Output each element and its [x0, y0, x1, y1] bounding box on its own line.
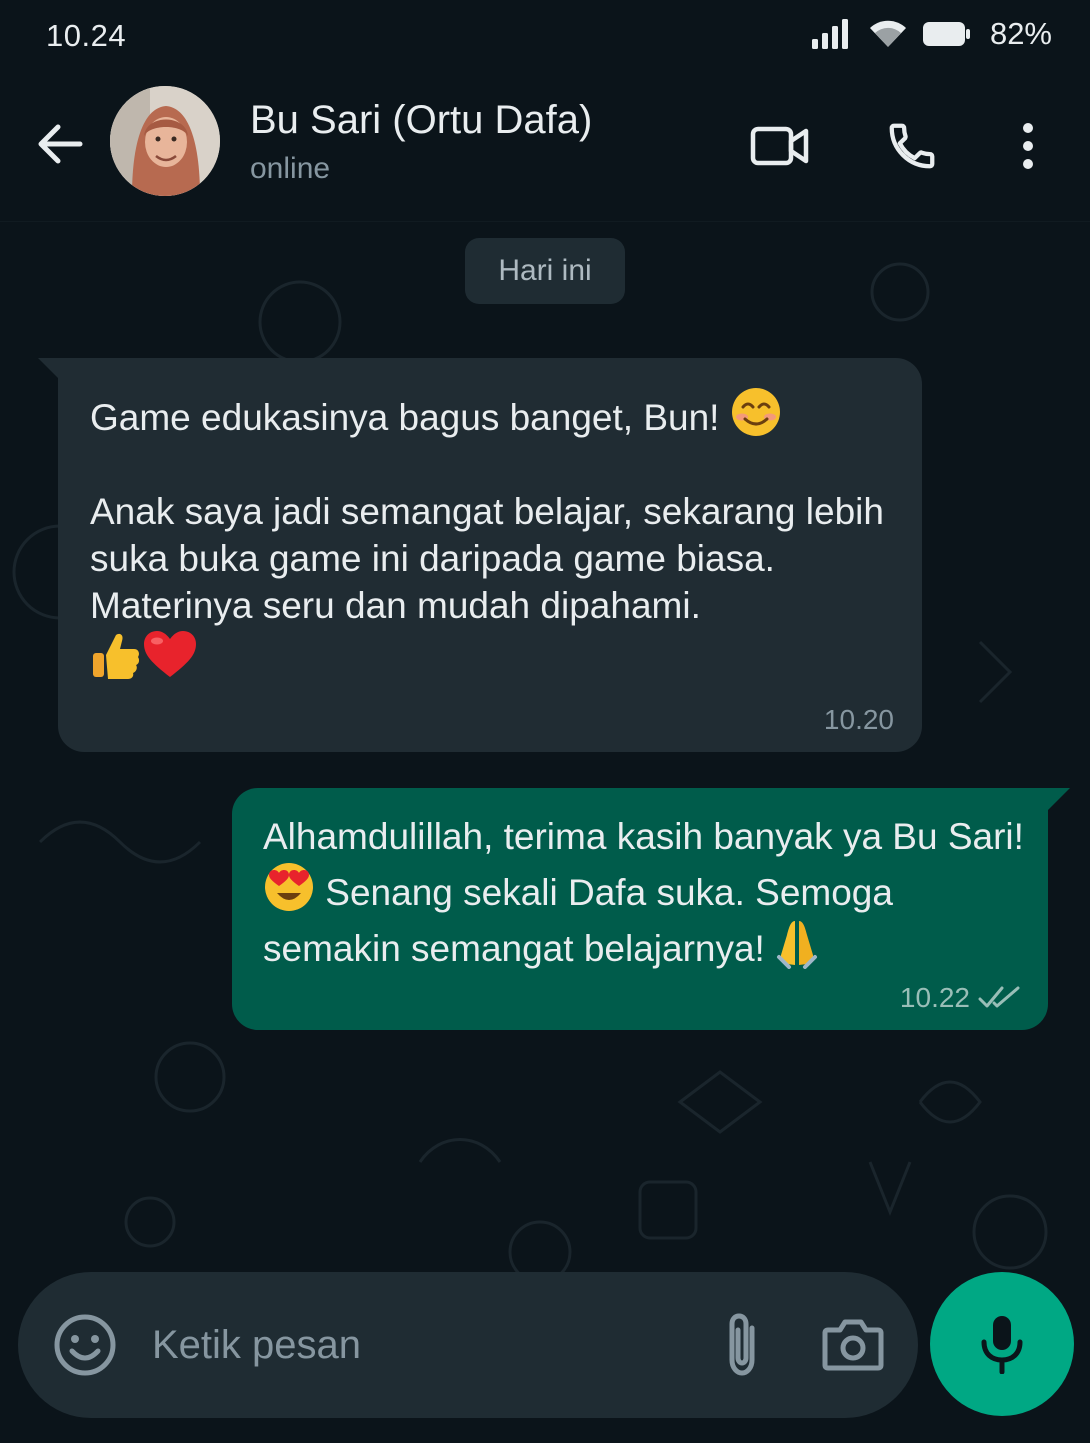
outgoing-message-part1: Alhamdulillah, terima kasih banyak ya Bu…: [263, 816, 1024, 857]
message-input[interactable]: [152, 1312, 672, 1378]
video-camera-icon: [750, 126, 809, 166]
chat-area[interactable]: Hari ini Game edukasinya bagus banget, B…: [0, 222, 1090, 1272]
outgoing-bubble-tail: [1048, 788, 1070, 810]
phone-icon: [889, 123, 935, 169]
outgoing-message-time: 10.22: [899, 982, 970, 1013]
battery-percent: 82%: [989, 16, 1052, 51]
status-bar: 10.24 82%: [0, 0, 1090, 80]
emoji-button[interactable]: [52, 1312, 118, 1378]
signal-icon: [811, 19, 848, 49]
incoming-message[interactable]: Game edukasinya bagus banget, Bun! Anak …: [58, 358, 922, 752]
folded-hands-emoji-icon: [777, 921, 818, 969]
voice-message-button[interactable]: [930, 1272, 1074, 1416]
incoming-message-body: Anak saya jadi semangat belajar, sekaran…: [90, 491, 895, 626]
arrow-left-icon: [38, 124, 83, 164]
double-check-icon: [978, 986, 1020, 1008]
outgoing-message-text: Alhamdulillah, terima kasih banyak ya Bu…: [263, 812, 1033, 973]
date-chip: Hari ini: [465, 238, 625, 304]
back-button[interactable]: [32, 116, 88, 172]
outgoing-message[interactable]: Alhamdulillah, terima kasih banyak ya Bu…: [232, 788, 1048, 1030]
attach-button[interactable]: [718, 1310, 766, 1380]
voice-call-button[interactable]: [880, 114, 944, 178]
outgoing-message-meta: 10.22: [900, 982, 1022, 1014]
thumbs-up-emoji-icon: [93, 633, 140, 679]
wifi-icon: [869, 20, 906, 47]
camera-icon: [822, 1319, 884, 1371]
smiley-icon: [54, 1314, 116, 1376]
paperclip-icon: [729, 1313, 755, 1376]
avatar[interactable]: [110, 86, 220, 196]
incoming-message-time: 10.20: [823, 704, 894, 735]
chat-header: Bu Sari (Ortu Dafa) online: [0, 80, 1090, 222]
smiling-face-emoji-icon: [731, 388, 780, 436]
message-composer: [18, 1272, 918, 1418]
incoming-bubble-tail: [38, 358, 60, 380]
camera-button[interactable]: [822, 1316, 884, 1372]
contact-photo: [110, 86, 220, 196]
more-options-button[interactable]: [996, 114, 1060, 178]
status-time: 10.24: [46, 18, 127, 53]
battery-icon: [922, 22, 970, 46]
more-vertical-icon: [1023, 123, 1033, 169]
red-heart-emoji-icon: [144, 631, 196, 677]
contact-status: online: [250, 152, 331, 185]
incoming-message-text: Game edukasinya bagus banget, Bun! Anak …: [90, 386, 910, 684]
contact-name[interactable]: Bu Sari (Ortu Dafa): [250, 98, 592, 143]
incoming-message-line1: Game edukasinya bagus banget, Bun!: [90, 397, 720, 438]
heart-eyes-emoji-icon: [265, 863, 313, 911]
microphone-icon: [981, 1316, 1023, 1374]
video-call-button[interactable]: [748, 114, 812, 178]
status-icons: 82%: [811, 16, 1052, 52]
